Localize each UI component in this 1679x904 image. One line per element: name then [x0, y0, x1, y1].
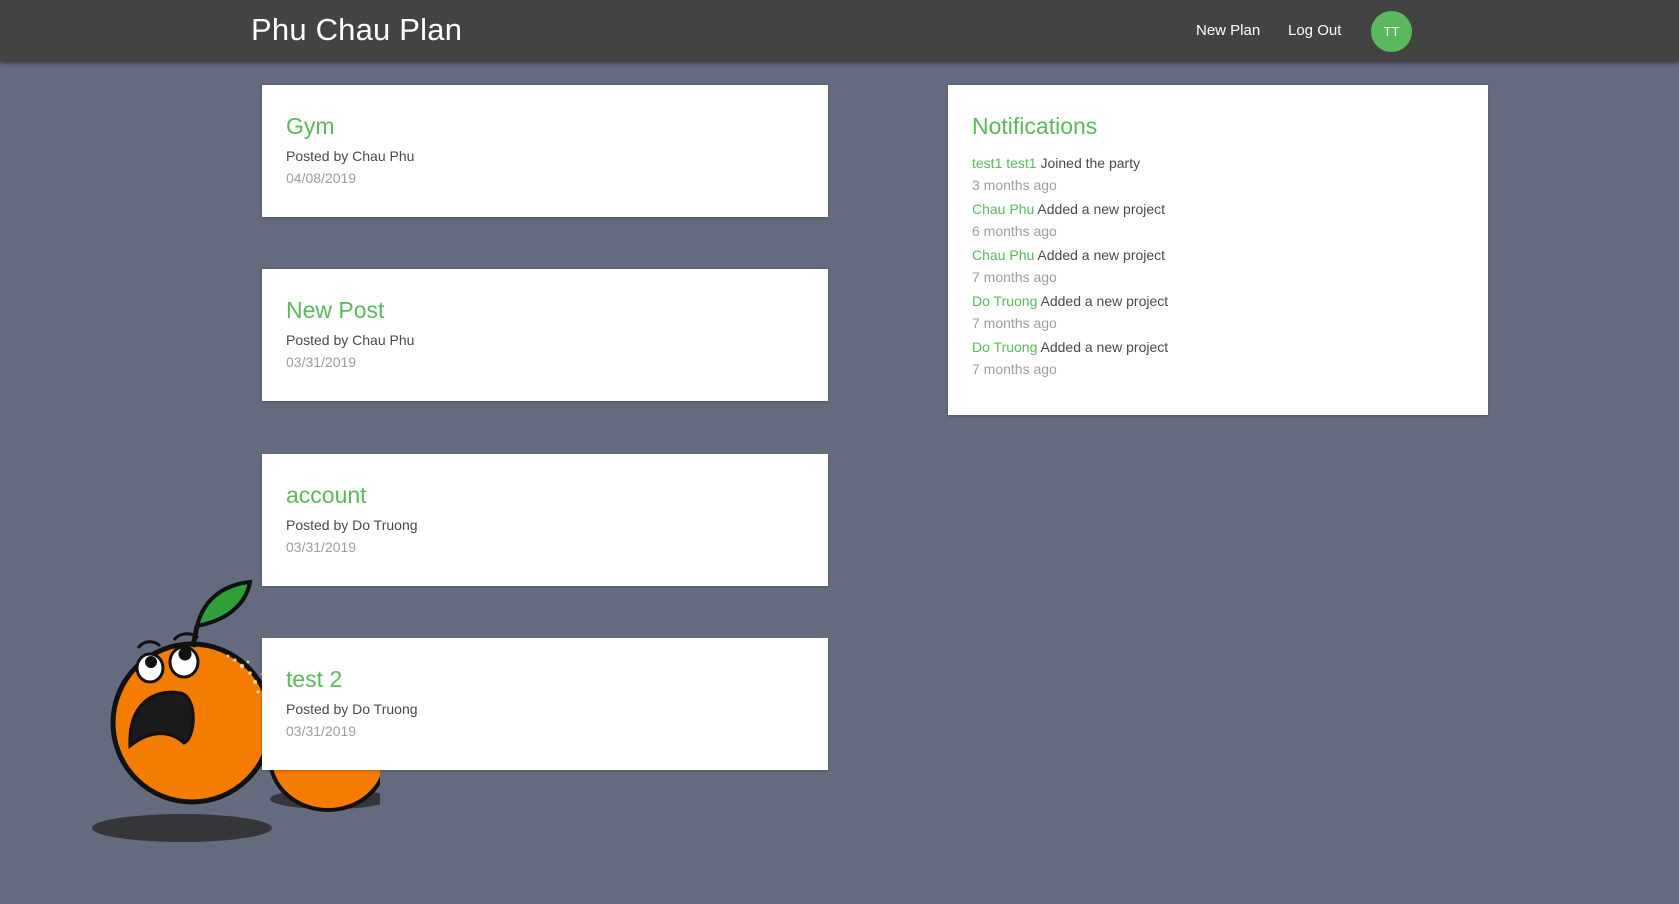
plan-author: Posted by Chau Phu: [286, 332, 415, 348]
top-navbar: Phu Chau Plan New Plan Log Out TT: [0, 0, 1679, 62]
notification-item: Do Truong Added a new project 7 months a…: [972, 290, 1464, 334]
notifications-card: Notifications test1 test1 Joined the par…: [948, 85, 1488, 415]
plan-card[interactable]: Gym Posted by Chau Phu 04/08/2019: [262, 85, 828, 217]
notification-time: 7 months ago: [972, 269, 1057, 285]
log-out-link[interactable]: Log Out: [1288, 22, 1341, 39]
plan-date: 03/31/2019: [286, 723, 357, 739]
notification-user-link[interactable]: Chau Phu: [972, 201, 1034, 217]
notification-item: Do Truong Added a new project 7 months a…: [972, 336, 1464, 380]
plan-author: Posted by Chau Phu: [286, 148, 415, 164]
plan-date: 03/31/2019: [286, 354, 357, 370]
plan-title-link[interactable]: account: [286, 482, 804, 509]
plan-date: 03/31/2019: [286, 539, 357, 555]
notification-action: Added a new project: [1037, 247, 1166, 263]
notification-user-link[interactable]: Do Truong: [972, 293, 1037, 309]
plan-card[interactable]: test 2 Posted by Do Truong 03/31/2019: [262, 638, 828, 770]
plan-card[interactable]: account Posted by Do Truong 03/31/2019: [262, 454, 828, 586]
notification-action: Joined the party: [1040, 155, 1141, 171]
notification-time: 7 months ago: [972, 361, 1057, 377]
notification-time: 6 months ago: [972, 223, 1057, 239]
notification-action: Added a new project: [1037, 201, 1166, 217]
notification-action: Added a new project: [1040, 339, 1169, 355]
notifications-title: Notifications: [972, 113, 1098, 139]
notification-user-link[interactable]: test1 test1: [972, 155, 1037, 171]
plan-author: Posted by Do Truong: [286, 701, 418, 717]
notification-action: Added a new project: [1040, 293, 1169, 309]
notification-user-link[interactable]: Chau Phu: [972, 247, 1034, 263]
plan-title-link[interactable]: New Post: [286, 297, 804, 324]
brand-title[interactable]: Phu Chau Plan: [251, 12, 462, 48]
plan-title-link[interactable]: Gym: [286, 113, 804, 140]
user-avatar[interactable]: TT: [1371, 11, 1412, 52]
notification-item: test1 test1 Joined the party 3 months ag…: [972, 152, 1464, 196]
notification-item: Chau Phu Added a new project 6 months ag…: [972, 198, 1464, 242]
notification-time: 7 months ago: [972, 315, 1057, 331]
notification-item: Chau Phu Added a new project 7 months ag…: [972, 244, 1464, 288]
notification-time: 3 months ago: [972, 177, 1057, 193]
new-plan-link[interactable]: New Plan: [1196, 22, 1260, 39]
notification-user-link[interactable]: Do Truong: [972, 339, 1037, 355]
plan-title-link[interactable]: test 2: [286, 666, 804, 693]
plan-card[interactable]: New Post Posted by Chau Phu 03/31/2019: [262, 269, 828, 401]
plan-date: 04/08/2019: [286, 170, 357, 186]
plan-author: Posted by Do Truong: [286, 517, 418, 533]
